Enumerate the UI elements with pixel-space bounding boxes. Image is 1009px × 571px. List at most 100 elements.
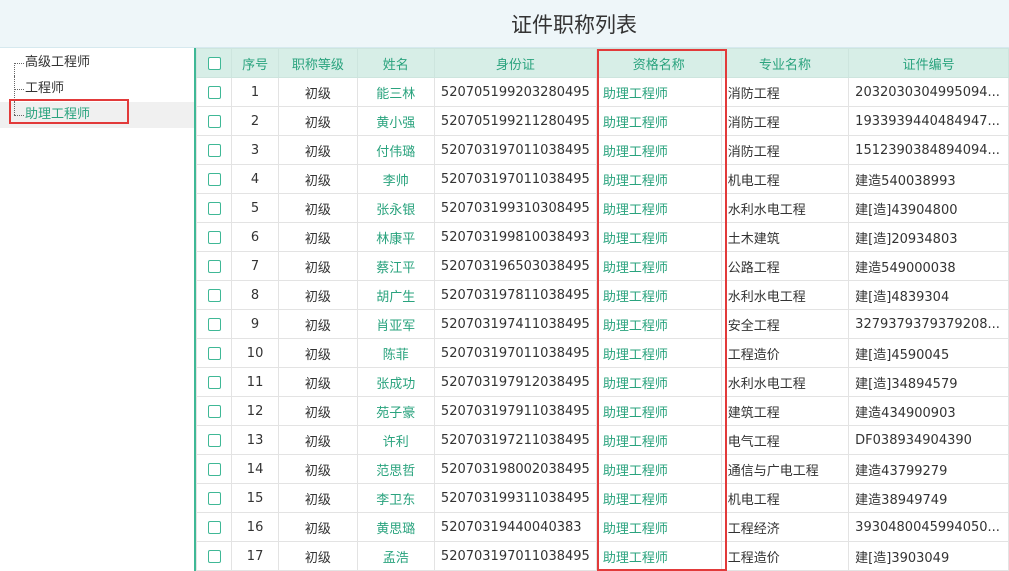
row-name-cell[interactable]: 黄小强 [356,106,435,136]
row-cert-number-cell: 建[造]43904800 [848,193,1009,223]
row-name-cell[interactable]: 林康平 [356,222,435,252]
table-row[interactable]: 17 初级 孟浩 520703197011038495 助理工程师 工程造价 建[造]390… [196,541,1009,571]
row-name-cell[interactable]: 付伟璐 [356,135,435,165]
row-checkbox-cell[interactable] [196,222,233,252]
row-qualification-cell[interactable]: 助理工程师 [595,541,722,571]
row-name-cell[interactable]: 陈菲 [356,338,435,368]
row-checkbox[interactable] [207,404,221,418]
row-qualification-cell[interactable]: 助理工程师 [595,280,722,310]
row-name-cell[interactable]: 孟浩 [356,541,435,571]
column-header-name[interactable]: 姓名 [356,48,435,78]
table-row[interactable]: 9 初级 肖亚军 520703197411038495 助理工程师 安全工程 3279379… [196,309,1009,339]
table-row[interactable]: 6 初级 林康平 520703199810038493 助理工程师 土木建筑 建[造]209… [196,222,1009,252]
row-checkbox-cell[interactable] [196,483,233,513]
row-checkbox[interactable] [207,288,221,302]
row-cert-number-cell: 建造434900903 [848,396,1009,426]
row-qualification-cell[interactable]: 助理工程师 [595,193,722,223]
row-checkbox-cell[interactable] [196,106,233,136]
table-row[interactable]: 1 初级 能三林 520705199203280495 助理工程师 消防工程 2032030… [196,77,1009,107]
row-specialty-cell: 公路工程 [720,251,850,281]
row-checkbox-cell[interactable] [196,396,233,426]
row-qualification-cell[interactable]: 助理工程师 [595,135,722,165]
row-checkbox-cell[interactable] [196,454,233,484]
table-row[interactable]: 4 初级 李帅 520703197011038495 助理工程师 机电工程 建造540038… [196,164,1009,194]
tree-item-senior-engineer[interactable]: 高级工程师 [0,50,194,76]
row-name-cell[interactable]: 胡广生 [356,280,435,310]
row-checkbox[interactable] [207,259,221,273]
row-qualification-cell[interactable]: 助理工程师 [595,338,722,368]
row-qualification-cell[interactable]: 助理工程师 [595,251,722,281]
row-checkbox-cell[interactable] [196,512,233,542]
row-checkbox[interactable] [207,85,221,99]
column-header-specialty[interactable]: 专业名称 [720,48,850,78]
row-checkbox[interactable] [207,520,221,534]
row-checkbox-cell[interactable] [196,309,233,339]
row-name-cell[interactable]: 张成功 [356,367,435,397]
column-header-id-card[interactable]: 身份证 [433,48,597,78]
select-all-checkbox-cell[interactable] [196,48,233,78]
row-checkbox[interactable] [207,462,221,476]
row-name-cell[interactable]: 李帅 [356,164,435,194]
row-checkbox[interactable] [207,317,221,331]
row-qualification-cell[interactable]: 助理工程师 [595,483,722,513]
row-qualification-cell[interactable]: 助理工程师 [595,77,722,107]
table-row[interactable]: 12 初级 苑子豪 520703197911038495 助理工程师 建筑工程 建造4349… [196,396,1009,426]
row-name-cell[interactable]: 苑子豪 [356,396,435,426]
row-name-cell[interactable]: 蔡江平 [356,251,435,281]
row-name-cell[interactable]: 张永银 [356,193,435,223]
row-checkbox-cell[interactable] [196,77,233,107]
row-name-cell[interactable]: 许利 [356,425,435,455]
row-checkbox[interactable] [207,433,221,447]
row-checkbox-cell[interactable] [196,164,233,194]
row-qualification-cell[interactable]: 助理工程师 [595,367,722,397]
table-row[interactable]: 8 初级 胡广生 520703197811038495 助理工程师 水利水电工程 建[造]4… [196,280,1009,310]
row-qualification-cell[interactable]: 助理工程师 [595,309,722,339]
row-checkbox-cell[interactable] [196,338,233,368]
row-name-cell[interactable]: 李卫东 [356,483,435,513]
row-qualification-cell[interactable]: 助理工程师 [595,164,722,194]
row-checkbox-cell[interactable] [196,251,233,281]
row-qualification-cell[interactable]: 助理工程师 [595,222,722,252]
table-row[interactable]: 13 初级 许利 520703197211038495 助理工程师 电气工程 DF03893… [196,425,1009,455]
select-all-checkbox[interactable] [207,56,221,70]
row-qualification-cell[interactable]: 助理工程师 [595,454,722,484]
row-checkbox[interactable] [207,143,221,157]
row-checkbox-cell[interactable] [196,425,233,455]
row-checkbox-cell[interactable] [196,280,233,310]
table-row[interactable]: 5 初级 张永银 520703199310308495 助理工程师 水利水电工程 建[造]4… [196,193,1009,223]
row-checkbox[interactable] [207,375,221,389]
row-qualification-cell[interactable]: 助理工程师 [595,106,722,136]
table-row[interactable]: 2 初级 黄小强 520705199211280495 助理工程师 消防工程 1933939… [196,106,1009,136]
table-row[interactable]: 16 初级 黄思璐 52070319440040383 助理工程师 工程经济 3930480… [196,512,1009,542]
row-checkbox[interactable] [207,114,221,128]
column-header-index[interactable]: 序号 [231,48,280,78]
row-name-cell[interactable]: 范思哲 [356,454,435,484]
column-header-cert-number[interactable]: 证件编号 [848,48,1009,78]
row-checkbox-cell[interactable] [196,541,233,571]
row-checkbox[interactable] [207,230,221,244]
row-name-cell[interactable]: 能三林 [356,77,435,107]
tree-item-engineer[interactable]: 工程师 [0,76,194,102]
row-name-cell[interactable]: 肖亚军 [356,309,435,339]
table-row[interactable]: 7 初级 蔡江平 520703196503038495 助理工程师 公路工程 建造54900… [196,251,1009,281]
table-row[interactable]: 10 初级 陈菲 520703197011038495 助理工程师 工程造价 建[造]459… [196,338,1009,368]
row-name-cell[interactable]: 黄思璐 [356,512,435,542]
column-header-level[interactable]: 职称等级 [278,48,358,78]
tree-item-assistant-engineer[interactable]: 助理工程师 [0,102,194,128]
row-checkbox[interactable] [207,549,221,563]
row-qualification-cell[interactable]: 助理工程师 [595,396,722,426]
table-row[interactable]: 3 初级 付伟璐 520703197011038495 助理工程师 消防工程 1512390… [196,135,1009,165]
table-row[interactable]: 11 初级 张成功 520703197912038495 助理工程师 水利水电工程 建[造]… [196,367,1009,397]
row-checkbox[interactable] [207,172,221,186]
column-header-qualification[interactable]: 资格名称 [595,48,722,78]
row-checkbox-cell[interactable] [196,367,233,397]
table-row[interactable]: 15 初级 李卫东 520703199311038495 助理工程师 机电工程 建造3894… [196,483,1009,513]
row-checkbox[interactable] [207,491,221,505]
row-checkbox[interactable] [207,346,221,360]
row-checkbox-cell[interactable] [196,193,233,223]
row-checkbox[interactable] [207,201,221,215]
row-checkbox-cell[interactable] [196,135,233,165]
table-row[interactable]: 14 初级 范思哲 520703198002038495 助理工程师 通信与广电工程 建造4… [196,454,1009,484]
row-qualification-cell[interactable]: 助理工程师 [595,425,722,455]
row-qualification-cell[interactable]: 助理工程师 [595,512,722,542]
